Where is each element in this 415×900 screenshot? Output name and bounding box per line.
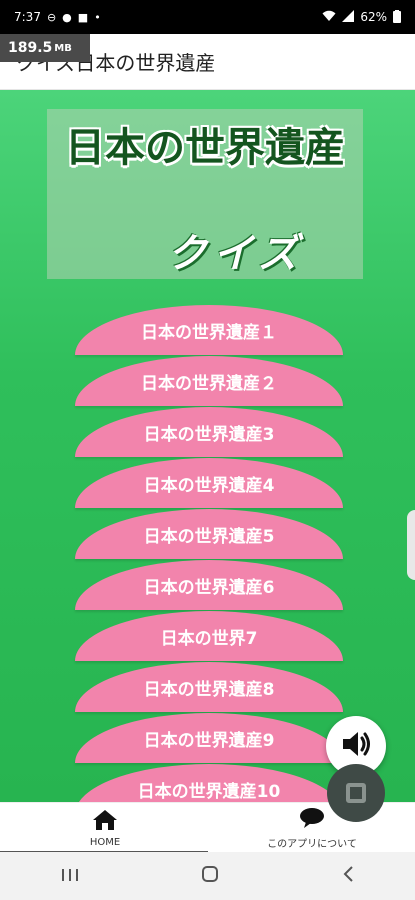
stop-button[interactable] bbox=[327, 764, 385, 822]
quiz-button-6[interactable]: 日本の世界遺産6 bbox=[75, 560, 343, 610]
edge-panel-handle[interactable] bbox=[407, 510, 415, 580]
home-nav-icon[interactable] bbox=[201, 864, 219, 888]
quiz-button-9[interactable]: 日本の世界遺産9 bbox=[75, 713, 343, 763]
banner-title: 日本の世界遺産 bbox=[65, 125, 345, 171]
banner-subtitle: クイズ bbox=[167, 231, 304, 277]
briefcase-icon: ■ bbox=[77, 10, 89, 24]
quiz-button-4[interactable]: 日本の世界遺産4 bbox=[75, 458, 343, 508]
stop-icon bbox=[346, 783, 366, 803]
home-icon bbox=[92, 809, 118, 835]
back-icon[interactable] bbox=[342, 864, 354, 888]
memory-unit: MB bbox=[54, 42, 72, 54]
quiz-button-3[interactable]: 日本の世界遺産3 bbox=[75, 407, 343, 457]
battery-icon bbox=[393, 9, 401, 25]
quiz-button-8[interactable]: 日本の世界遺産8 bbox=[75, 662, 343, 712]
title-banner: 日本の世界遺産 クイズ bbox=[47, 109, 363, 279]
minus-circle-icon: ⊖ bbox=[46, 10, 57, 24]
status-bar: 7:37 ⊖ ● ■ • 62% bbox=[0, 0, 415, 34]
nav-home[interactable]: HOME bbox=[35, 805, 175, 851]
memory-badge: 189.5 MB bbox=[0, 34, 90, 62]
quiz-button-2[interactable]: 日本の世界遺産２ bbox=[75, 356, 343, 406]
status-time: 7:37 bbox=[14, 10, 41, 24]
nav-about-label: このアプリについて bbox=[267, 838, 357, 850]
account-circle-icon: ● bbox=[62, 10, 72, 24]
dot-icon: • bbox=[94, 10, 101, 24]
recent-apps-icon[interactable] bbox=[61, 864, 79, 888]
wifi-icon bbox=[322, 10, 336, 24]
system-nav-bar bbox=[0, 852, 415, 900]
battery-percent: 62% bbox=[360, 10, 387, 24]
quiz-button-7[interactable]: 日本の世界7 bbox=[75, 611, 343, 661]
memory-value: 189.5 bbox=[8, 40, 53, 56]
speaker-icon bbox=[339, 727, 373, 765]
nav-home-label: HOME bbox=[89, 836, 121, 848]
chat-bubble-icon bbox=[299, 807, 325, 833]
quiz-button-10[interactable]: 日本の世界遺産10 bbox=[75, 764, 343, 802]
quiz-button-5[interactable]: 日本の世界遺産5 bbox=[75, 509, 343, 559]
main-content[interactable]: 日本の世界遺産 クイズ 日本の世界遺産１ 日本の世界遺産２ 日本の世界遺産3 日… bbox=[0, 90, 415, 802]
quiz-button-1[interactable]: 日本の世界遺産１ bbox=[75, 305, 343, 355]
signal-icon bbox=[342, 10, 355, 24]
